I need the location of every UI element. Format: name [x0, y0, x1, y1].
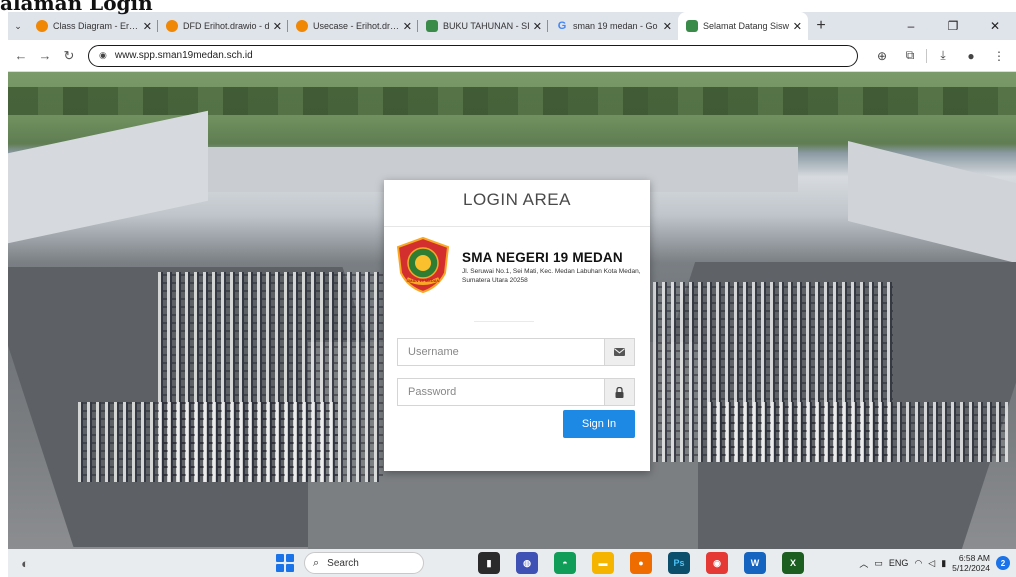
browser-tab-dfd[interactable]: DFD Erihot.drawio - d ✕	[158, 12, 288, 40]
display-icon[interactable]: ▭	[874, 558, 883, 569]
edge-browser-icon[interactable]: ◓	[554, 552, 576, 574]
chrome-icon[interactable]: ◉	[706, 552, 728, 574]
tab-title: Class Diagram - Erihot	[53, 21, 140, 31]
login-title: LOGIN AREA	[463, 190, 571, 209]
browser-toolbar: ← → ↻ ◉ www.spp.sman19medan.sch.id ⊕ ⧉ ⤓…	[8, 40, 1016, 72]
firefox-icon[interactable]: ●	[630, 552, 652, 574]
new-tab-button[interactable]: +	[808, 17, 834, 35]
school-address: Jl. Seruwai No.1, Sei Mati, Kec. Medan L…	[462, 268, 641, 284]
battery-icon[interactable]: ▮	[941, 558, 946, 569]
background-trees	[8, 87, 1016, 115]
task-view-icon[interactable]: ▮	[478, 552, 500, 574]
volume-icon[interactable]: ◁	[928, 558, 935, 569]
tab-title: Selamat Datang Sisw	[703, 21, 790, 31]
chevron-up-icon[interactable]: ︿	[859, 557, 868, 570]
login-divider	[384, 226, 650, 227]
reload-icon[interactable]: ↻	[58, 44, 80, 68]
windows-start-icon[interactable]	[276, 554, 294, 572]
close-icon[interactable]: ✕	[143, 20, 152, 33]
clock-time: 6:58 AM	[958, 553, 990, 563]
maximize-button[interactable]: ❐	[932, 12, 974, 40]
screen: alaman Login ⌄ Class Diagram - Erihot ✕ …	[0, 0, 1016, 577]
browser-tab-google-search[interactable]: G sman 19 medan - Go ✕	[548, 12, 678, 40]
login-card: LOGIN AREA SMAN 19 MEDAN SMA NEGERI 19 M…	[384, 180, 650, 471]
envelope-icon	[604, 339, 634, 365]
drawio-icon	[166, 20, 178, 32]
weather-icon[interactable]: ◐	[8, 556, 42, 571]
wifi-icon[interactable]: ◠	[914, 558, 922, 569]
url-text[interactable]: www.spp.sman19medan.sch.id	[115, 50, 253, 61]
clock[interactable]: 6:58 AM 5/12/2024	[952, 553, 990, 573]
site-info-icon[interactable]: ◉	[99, 50, 107, 61]
webpage-viewport: LOGIN AREA SMAN 19 MEDAN SMA NEGERI 19 M…	[8, 72, 1016, 549]
tab-search-chevron-icon[interactable]: ⌄	[8, 12, 28, 40]
browser-tab-selamat-datang[interactable]: Selamat Datang Sisw ✕	[678, 12, 808, 40]
photoshop-icon[interactable]: Ps	[668, 552, 690, 574]
background-building-right	[848, 141, 1016, 263]
decorative-line	[474, 321, 534, 322]
close-icon[interactable]: ✕	[273, 20, 282, 33]
browser-tab-strip: ⌄ Class Diagram - Erihot ✕ DFD Erihot.dr…	[8, 12, 1016, 40]
background-students-front-right	[708, 402, 1008, 462]
browser-tab-class-diagram[interactable]: Class Diagram - Erihot ✕	[28, 12, 158, 40]
drawio-icon	[36, 20, 48, 32]
document-heading: alaman Login	[0, 0, 153, 15]
school-logo: SMAN 19 MEDAN	[396, 236, 450, 294]
close-window-button[interactable]: ✕	[974, 12, 1016, 40]
menu-kebab-icon[interactable]: ⋮	[985, 44, 1013, 68]
close-icon[interactable]: ✕	[663, 20, 672, 33]
file-explorer-icon[interactable]: ▬	[592, 552, 614, 574]
taskbar-search[interactable]: ⌕ Search	[304, 552, 424, 574]
language-indicator[interactable]: ENG	[889, 558, 909, 568]
tab-title: BUKU TAHUNAN - SI	[443, 21, 530, 31]
sign-in-button[interactable]: Sign In	[563, 410, 635, 438]
search-icon: ⌕	[313, 556, 320, 569]
close-icon[interactable]: ✕	[403, 20, 412, 33]
excel-icon[interactable]: X	[782, 552, 804, 574]
close-icon[interactable]: ✕	[533, 20, 542, 33]
school-logo-text: SMAN 19 MEDAN	[406, 278, 439, 283]
drawio-icon	[296, 20, 308, 32]
browser-tab-buku-tahunan[interactable]: BUKU TAHUNAN - SI ✕	[418, 12, 548, 40]
translate-icon[interactable]: ⊕	[868, 44, 896, 68]
browser-tab-usecase[interactable]: Usecase - Erihot.draw ✕	[288, 12, 418, 40]
site-icon	[686, 20, 698, 32]
chat-icon[interactable]: ◍	[516, 552, 538, 574]
tab-title: DFD Erihot.drawio - d	[183, 21, 270, 31]
system-tray: ︿ ▭ ENG ◠ ◁ ▮ 6:58 AM 5/12/2024 2	[859, 549, 1010, 577]
minimize-button[interactable]: –	[890, 12, 932, 40]
close-icon[interactable]: ✕	[793, 20, 802, 33]
tab-title: sman 19 medan - Go	[573, 21, 658, 31]
taskbar: ◐ ⌕ Search ▮ ◍ ◓ ▬ ● Ps ◉ W X ︿ ▭ ENG ◠ …	[8, 549, 1016, 577]
extensions-icon[interactable]: ⧉	[896, 44, 924, 68]
toolbar-icons: ⊕ ⧉ ⤓ ● ⋮	[868, 44, 1013, 68]
background-building-left	[8, 110, 208, 244]
address-bar[interactable]: ◉ www.spp.sman19medan.sch.id	[88, 44, 858, 67]
google-icon: G	[557, 20, 567, 32]
taskbar-apps: ⌕ Search ▮ ◍ ◓ ▬ ● Ps ◉ W X	[276, 551, 804, 575]
username-input[interactable]	[398, 339, 604, 365]
notification-badge[interactable]: 2	[996, 556, 1010, 570]
lock-icon	[604, 379, 634, 405]
school-name: SMA NEGERI 19 MEDAN	[462, 250, 623, 265]
background-students-front-left	[78, 402, 338, 482]
word-icon[interactable]: W	[744, 552, 766, 574]
forward-arrow-icon[interactable]: →	[34, 44, 56, 68]
window-controls: – ❐ ✕	[890, 12, 1016, 40]
toolbar-divider	[926, 48, 927, 63]
profile-avatar-icon[interactable]: ●	[957, 44, 985, 68]
tab-title: Usecase - Erihot.draw	[313, 21, 400, 31]
site-icon	[426, 20, 438, 32]
password-input[interactable]	[398, 379, 604, 405]
download-icon[interactable]: ⤓	[929, 44, 957, 68]
taskbar-search-label: Search	[327, 557, 359, 569]
back-arrow-icon[interactable]: ←	[10, 44, 32, 68]
username-field-group	[397, 338, 635, 366]
clock-date: 5/12/2024	[952, 563, 990, 573]
password-field-group	[397, 378, 635, 406]
